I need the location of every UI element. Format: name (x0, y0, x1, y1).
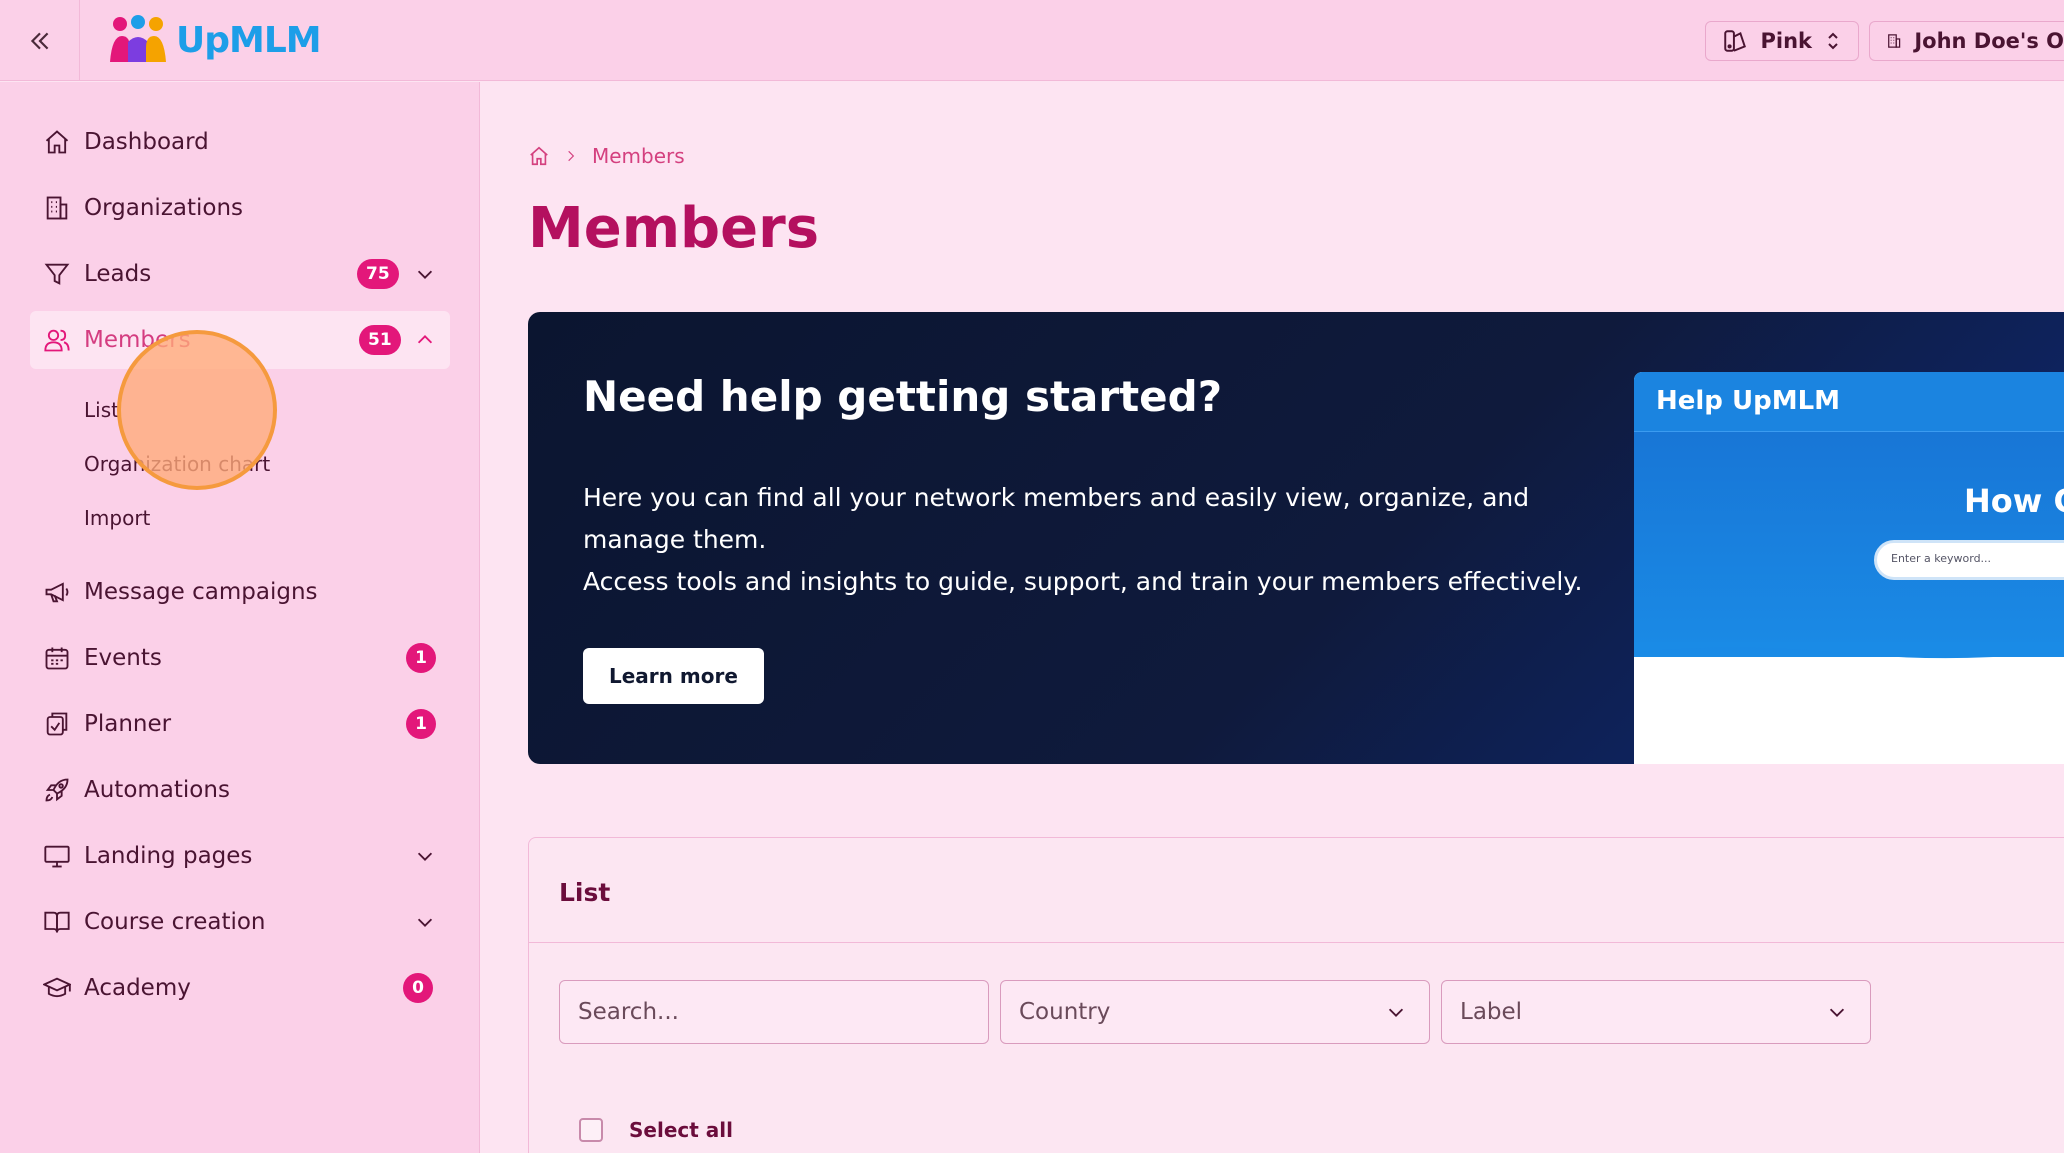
sidebar-item-message-campaigns[interactable]: Message campaigns (30, 563, 450, 621)
help-banner-title: Need help getting started? (583, 372, 1223, 421)
country-select-label: Country (1019, 999, 1111, 1025)
building-icon (1888, 34, 1901, 48)
search-input[interactable]: Search... (559, 980, 989, 1044)
sidebar-item-events[interactable]: Events 1 (30, 629, 450, 687)
sidebar-item-label: Dashboard (84, 129, 209, 155)
sidebar-item-label: Organizations (84, 195, 244, 221)
chevron-up-down-icon (1828, 32, 1838, 50)
country-select[interactable]: Country (1000, 980, 1430, 1044)
sidebar-item-label: Message campaigns (84, 579, 318, 605)
sidebar-item-label: Leads (84, 261, 152, 287)
sidebar-item-automations[interactable]: Automations (30, 761, 450, 819)
members-list-card: List Search... Country Label Select all (528, 837, 2064, 1153)
select-all-row: Select all (579, 1118, 733, 1142)
chevron-down-icon (1388, 1008, 1404, 1017)
page-title: Members (528, 196, 820, 261)
sidebar-item-label: Events (84, 645, 162, 671)
label-select[interactable]: Label (1441, 980, 1871, 1044)
organization-select-value: John Doe's O (1914, 29, 2064, 53)
app-name: UpMLM (176, 19, 322, 61)
chevron-down-icon[interactable] (414, 911, 436, 933)
divider (529, 942, 2064, 943)
users-icon (44, 329, 70, 352)
sidebar-item-dashboard[interactable]: Dashboard (30, 113, 450, 171)
calendar-icon (45, 647, 69, 670)
sidebar-item-leads[interactable]: Leads 75 (30, 245, 450, 303)
breadcrumb-current[interactable]: Members (592, 144, 685, 168)
sidebar: Dashboard Organizations Leads 75 Members… (0, 82, 480, 1153)
sidebar-item-label: Academy (84, 975, 191, 1001)
top-bar: UpMLM Pink John Doe's O (0, 0, 2064, 81)
select-all-label[interactable]: Select all (629, 1118, 733, 1142)
organization-select[interactable]: John Doe's O (1869, 21, 2064, 61)
members-count-badge: 51 (359, 325, 401, 355)
megaphone-icon (45, 582, 69, 603)
chevron-right-icon (568, 150, 575, 162)
sidebar-item-label: Automations (84, 777, 230, 803)
learn-more-button[interactable]: Learn more (583, 648, 764, 704)
submenu-item-organization-chart[interactable]: Organization chart (84, 452, 270, 476)
label-select-label: Label (1460, 999, 1523, 1025)
chevron-down-icon[interactable] (414, 845, 436, 867)
home-icon[interactable] (528, 145, 550, 167)
sidebar-item-label: Landing pages (84, 843, 253, 869)
chevron-up-icon[interactable] (414, 329, 436, 351)
sidebar-item-academy[interactable]: Academy 0 (30, 959, 450, 1017)
breadcrumb: Members (528, 144, 685, 168)
sidebar-item-label: Course creation (84, 909, 266, 935)
building-icon (46, 196, 68, 220)
sidebar-item-label: Members (84, 327, 191, 353)
book-icon (44, 911, 70, 933)
theme-select-value: Pink (1760, 29, 1812, 53)
home-icon (45, 130, 69, 154)
help-banner-description: Here you can find all your network membe… (583, 477, 1633, 603)
academy-count-badge: 0 (403, 973, 433, 1003)
double-chevron-left-icon (30, 32, 48, 49)
planner-count-badge: 1 (406, 709, 436, 739)
help-site-preview-image: Help UpMLM How C Enter a keyword... (1634, 372, 2064, 764)
sidebar-item-label: Planner (84, 711, 172, 737)
events-count-badge: 1 (406, 643, 436, 673)
logo-people-icon (110, 15, 166, 62)
chevron-down-icon (1829, 1008, 1845, 1017)
palette-icon (1724, 30, 1747, 52)
chevron-down-icon[interactable] (414, 263, 436, 285)
sidebar-collapse-button[interactable] (0, 0, 80, 81)
help-preview-search: Enter a keyword... (1874, 540, 2064, 580)
list-card-title: List (559, 878, 611, 907)
help-preview-title: Help UpMLM (1634, 372, 2064, 432)
submenu-item-list[interactable]: List (84, 398, 119, 422)
sidebar-item-members[interactable]: Members 51 (30, 311, 450, 369)
monitor-icon (44, 845, 70, 868)
clipboard-icon (46, 712, 68, 736)
sidebar-item-course-creation[interactable]: Course creation (30, 893, 450, 951)
help-preview-heading: How C (1964, 482, 2064, 520)
help-banner: Need help getting started? Here you can … (528, 312, 2064, 764)
funnel-icon (44, 263, 70, 285)
app-logo[interactable]: UpMLM (108, 14, 322, 66)
sidebar-item-landing-pages[interactable]: Landing pages (30, 827, 450, 885)
leads-count-badge: 75 (357, 259, 399, 289)
submenu-item-import[interactable]: Import (84, 506, 150, 530)
sidebar-item-organizations[interactable]: Organizations (30, 179, 450, 237)
theme-select[interactable]: Pink (1705, 21, 1859, 61)
select-all-checkbox[interactable] (579, 1118, 603, 1142)
graduation-cap-icon (43, 977, 71, 998)
help-banner-line-2: Access tools and insights to guide, supp… (583, 567, 1583, 596)
rocket-icon (45, 778, 69, 802)
sidebar-item-planner[interactable]: Planner 1 (30, 695, 450, 753)
help-banner-line-1: Here you can find all your network membe… (583, 483, 1530, 554)
wave-decoration (1634, 642, 2064, 659)
